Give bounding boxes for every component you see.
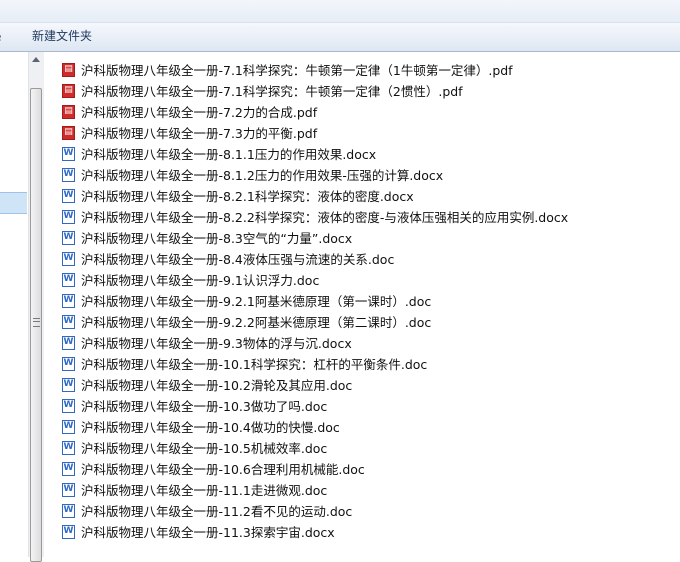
file-item[interactable]: W 沪科版物理八年级全一册-8.1.2压力的作用效果-压强的计算.docx: [62, 164, 672, 185]
word-icon: W: [62, 503, 75, 518]
word-icon: W: [62, 251, 75, 266]
word-icon: W: [62, 356, 75, 371]
file-item[interactable]: W 沪科版物理八年级全一册-10.5机械效率.doc: [62, 437, 672, 458]
word-icon: W: [62, 146, 75, 161]
file-name: 沪科版物理八年级全一册-8.3空气的“力量”.docx: [81, 231, 353, 246]
pdf-icon: ▤: [62, 125, 75, 140]
file-name: 沪科版物理八年级全一册-8.1.2压力的作用效果-压强的计算.docx: [81, 168, 444, 183]
file-name: 沪科版物理八年级全一册-9.3物体的浮与沉.docx: [81, 336, 352, 351]
file-name: 沪科版物理八年级全一册-10.4做功的快慢.doc: [81, 420, 340, 435]
file-item[interactable]: ▤ 沪科版物理八年级全一册-7.2力的合成.pdf: [62, 101, 672, 122]
file-name: 沪科版物理八年级全一册-10.6合理利用机械能.doc: [81, 462, 365, 477]
word-icon: W: [62, 440, 75, 455]
word-icon: W: [62, 419, 75, 434]
word-icon: W: [62, 461, 75, 476]
file-name: 沪科版物理八年级全一册-10.2滑轮及其应用.doc: [81, 378, 353, 393]
pdf-icon: ▤: [62, 62, 75, 77]
file-item[interactable]: W 沪科版物理八年级全一册-9.2.2阿基米德原理（第二课时）.doc: [62, 311, 672, 332]
new-folder-button[interactable]: 新建文件夹: [26, 26, 98, 47]
file-item[interactable]: W 沪科版物理八年级全一册-11.2看不见的运动.doc: [62, 500, 672, 521]
file-item[interactable]: W 沪科版物理八年级全一册-8.3空气的“力量”.docx: [62, 227, 672, 248]
file-name: 沪科版物理八年级全一册-8.4液体压强与流速的关系.doc: [81, 252, 395, 267]
window-top-strip: [0, 0, 680, 23]
pdf-icon: ▤: [62, 83, 75, 98]
file-item[interactable]: ▤ 沪科版物理八年级全一册-7.3力的平衡.pdf: [62, 122, 672, 143]
file-item[interactable]: W 沪科版物理八年级全一册-8.1.1压力的作用效果.docx: [62, 143, 672, 164]
word-icon: W: [62, 314, 75, 329]
file-name: 沪科版物理八年级全一册-7.3力的平衡.pdf: [81, 126, 318, 141]
file-item[interactable]: W 沪科版物理八年级全一册-9.1认识浮力.doc: [62, 269, 672, 290]
file-name: 沪科版物理八年级全一册-9.2.2阿基米德原理（第二课时）.doc: [81, 315, 432, 330]
file-item[interactable]: W 沪科版物理八年级全一册-10.3做功了吗.doc: [62, 395, 672, 416]
file-item[interactable]: W 沪科版物理八年级全一册-10.1科学探究：杠杆的平衡条件.doc: [62, 353, 672, 374]
file-item[interactable]: W 沪科版物理八年级全一册-8.4液体压强与流速的关系.doc: [62, 248, 672, 269]
word-icon: W: [62, 293, 75, 308]
file-name: 沪科版物理八年级全一册-11.3探索宇宙.docx: [81, 525, 335, 540]
word-icon: W: [62, 398, 75, 413]
file-item[interactable]: ▤ 沪科版物理八年级全一册-7.1科学探究：牛顿第一定律（2惯性）.pdf: [62, 80, 672, 101]
file-name: 沪科版物理八年级全一册-10.1科学探究：杠杆的平衡条件.doc: [81, 357, 428, 372]
file-name: 沪科版物理八年级全一册-7.1科学探究：牛顿第一定律（1牛顿第一定律）.pdf: [81, 63, 513, 78]
file-item[interactable]: W 沪科版物理八年级全一册-8.2.1科学探究：液体的密度.docx: [62, 185, 672, 206]
file-item[interactable]: ▤ 沪科版物理八年级全一册-7.1科学探究：牛顿第一定律（1牛顿第一定律）.pdf: [62, 59, 672, 80]
toolbar-clipped-button[interactable]: e: [0, 30, 1, 44]
file-item[interactable]: W 沪科版物理八年级全一册-11.3探索宇宙.docx: [62, 521, 672, 542]
file-name: 沪科版物理八年级全一册-7.1科学探究：牛顿第一定律（2惯性）.pdf: [81, 84, 463, 99]
file-list: ▤ 沪科版物理八年级全一册-7.1科学探究：牛顿第一定律（1牛顿第一定律）.pdf…: [62, 59, 672, 542]
word-icon: W: [62, 209, 75, 224]
pdf-icon: ▤: [62, 104, 75, 119]
file-name: 沪科版物理八年级全一册-7.2力的合成.pdf: [81, 105, 318, 120]
file-name: 沪科版物理八年级全一册-11.2看不见的运动.doc: [81, 504, 353, 519]
file-item[interactable]: W 沪科版物理八年级全一册-8.2.2科学探究：液体的密度-与液体压强相关的应用实…: [62, 206, 672, 227]
file-name: 沪科版物理八年级全一册-9.2.1阿基米德原理（第一课时）.doc: [81, 294, 432, 309]
vertical-scrollbar[interactable]: [28, 52, 44, 562]
word-icon: W: [62, 482, 75, 497]
file-item[interactable]: W 沪科版物理八年级全一册-11.1走进微观.doc: [62, 479, 672, 500]
file-item[interactable]: W 沪科版物理八年级全一册-10.4做功的快慢.doc: [62, 416, 672, 437]
scrollbar-grip-icon: [33, 318, 40, 327]
file-item[interactable]: W 沪科版物理八年级全一册-9.2.1阿基米德原理（第一课时）.doc: [62, 290, 672, 311]
word-icon: W: [62, 167, 75, 182]
file-name: 沪科版物理八年级全一册-8.2.1科学探究：液体的密度.docx: [81, 189, 414, 204]
file-name: 沪科版物理八年级全一册-9.1认识浮力.doc: [81, 273, 320, 288]
file-item[interactable]: W 沪科版物理八年级全一册-10.2滑轮及其应用.doc: [62, 374, 672, 395]
scrollbar-thumb[interactable]: [30, 88, 42, 562]
word-icon: W: [62, 524, 75, 539]
navigation-pane[interactable]: [0, 52, 29, 557]
word-icon: W: [62, 272, 75, 287]
file-item[interactable]: W 沪科版物理八年级全一册-9.3物体的浮与沉.docx: [62, 332, 672, 353]
word-icon: W: [62, 188, 75, 203]
word-icon: W: [62, 335, 75, 350]
file-item[interactable]: W 沪科版物理八年级全一册-10.6合理利用机械能.doc: [62, 458, 672, 479]
file-name: 沪科版物理八年级全一册-10.3做功了吗.doc: [81, 399, 328, 414]
file-name: 沪科版物理八年级全一册-10.5机械效率.doc: [81, 441, 328, 456]
toolbar: e 新建文件夹: [0, 23, 680, 52]
nav-selected-item[interactable]: [0, 192, 27, 214]
scroll-up-arrow-icon[interactable]: [32, 57, 40, 62]
file-name: 沪科版物理八年级全一册-8.2.2科学探究：液体的密度-与液体压强相关的应用实例…: [81, 210, 569, 225]
file-name: 沪科版物理八年级全一册-8.1.1压力的作用效果.docx: [81, 147, 377, 162]
file-name: 沪科版物理八年级全一册-11.1走进微观.doc: [81, 483, 328, 498]
word-icon: W: [62, 230, 75, 245]
word-icon: W: [62, 377, 75, 392]
